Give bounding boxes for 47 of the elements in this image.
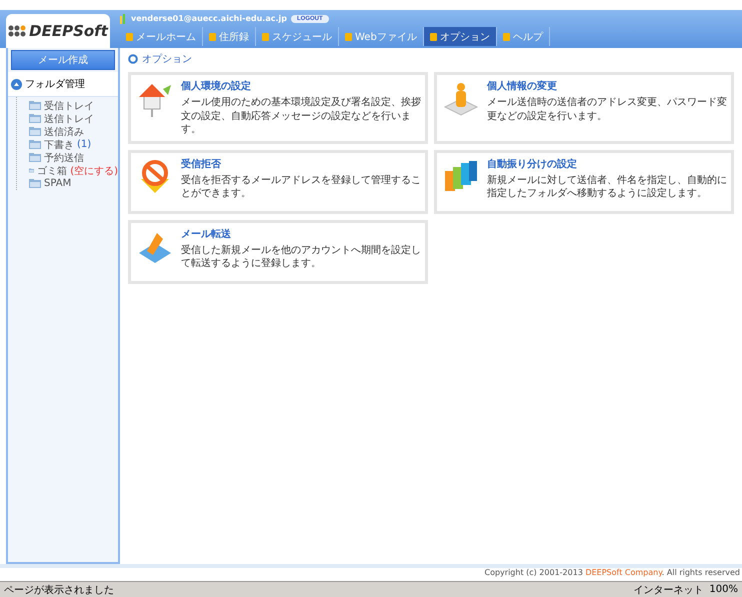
folder-icon bbox=[29, 127, 41, 136]
option-card[interactable]: 自動振り分けの設定 新規メールに対して送信者、件名を指定し、自動的に指定したフォルダへ移動するように設定します。 bbox=[434, 150, 734, 214]
card-title[interactable]: 自動振り分けの設定 bbox=[487, 156, 727, 170]
folder-item[interactable]: 受信トレイ bbox=[44, 98, 94, 112]
card-description: メール送信時の送信者のアドレス変更、パスワード変更などの設定を行います。 bbox=[487, 96, 727, 123]
card-title[interactable]: メール転送 bbox=[181, 226, 421, 240]
copyright-text: Copyright (c) 2001-2013 bbox=[484, 568, 584, 577]
folder-header: フォルダ管理 bbox=[25, 78, 85, 91]
folder-item[interactable]: 送信トレイ bbox=[44, 112, 94, 126]
folder-item[interactable]: 下書き bbox=[44, 138, 74, 152]
logo-text: DEEPSoft bbox=[29, 22, 108, 40]
card-description: 受信を拒否するメールアドレスを登録して管理することができます。 bbox=[181, 174, 421, 200]
card-title[interactable]: 受信拒否 bbox=[181, 156, 421, 170]
card-title[interactable]: 個人情報の変更 bbox=[487, 79, 727, 93]
folder-icon bbox=[29, 101, 41, 110]
empty-trash-link[interactable]: (空にする) bbox=[70, 164, 118, 178]
folder-item[interactable]: 予約送信 bbox=[44, 150, 84, 164]
user-icon bbox=[120, 14, 127, 24]
folder-manage-icon bbox=[11, 78, 22, 90]
option-card[interactable]: 個人環境の設定 メール使用のための基本環境設定及び署名設定、挨拶文の設定、自動応答メッセージの設定などを行います。 bbox=[128, 72, 428, 144]
unread-count: (1) bbox=[77, 139, 92, 150]
ring-icon bbox=[128, 54, 138, 64]
user-email: venderse01@auecc.aichi-edu.ac.jp bbox=[131, 14, 287, 23]
zoom-level[interactable]: 100% bbox=[709, 584, 738, 595]
status-message: ページが表示されました bbox=[4, 584, 114, 596]
page-title: オプション bbox=[142, 52, 192, 66]
folder-icon bbox=[29, 140, 41, 149]
company-name: DEEPSoft Company bbox=[585, 568, 662, 577]
folder-icon bbox=[29, 166, 34, 175]
folder-item[interactable]: 送信済み bbox=[44, 124, 84, 138]
compose-button[interactable]: メール作成 bbox=[11, 50, 115, 70]
card-description: メール使用のための基本環境設定及び署名設定、挨拶文の設定、自動応答メッセージの設定などを行います。 bbox=[181, 96, 421, 136]
folder-item[interactable]: SPAM bbox=[44, 178, 72, 189]
folder-item[interactable]: ゴミ箱 bbox=[37, 164, 68, 178]
option-card[interactable]: 受信拒否 受信を拒否するメールアドレスを登録して管理することができます。 bbox=[128, 150, 428, 214]
copyright-text: . All rights reserved bbox=[662, 568, 740, 577]
nav-tab[interactable]: オプション bbox=[424, 27, 497, 46]
option-card[interactable]: メール転送 受信した新規メールを他のアカウントへ期間を設定して転送するように登録します。 bbox=[128, 220, 428, 284]
card-description: 受信した新規メールを他のアカウントへ期間を設定して転送するように登録します。 bbox=[181, 244, 421, 270]
security-zone: インターネット bbox=[633, 584, 704, 596]
option-card[interactable]: 個人情報の変更 メール送信時の送信者のアドレス変更、パスワード変更などの設定を行います。 bbox=[434, 72, 734, 144]
card-title[interactable]: 個人環境の設定 bbox=[181, 79, 421, 93]
dots-logo-icon bbox=[8, 25, 26, 37]
folder-icon bbox=[29, 153, 41, 162]
folder-icon bbox=[29, 114, 41, 123]
card-description: 新規メールに対して送信者、件名を指定し、自動的に指定したフォルダへ移動するように設定します。 bbox=[487, 174, 727, 200]
folder-icon bbox=[29, 179, 41, 188]
